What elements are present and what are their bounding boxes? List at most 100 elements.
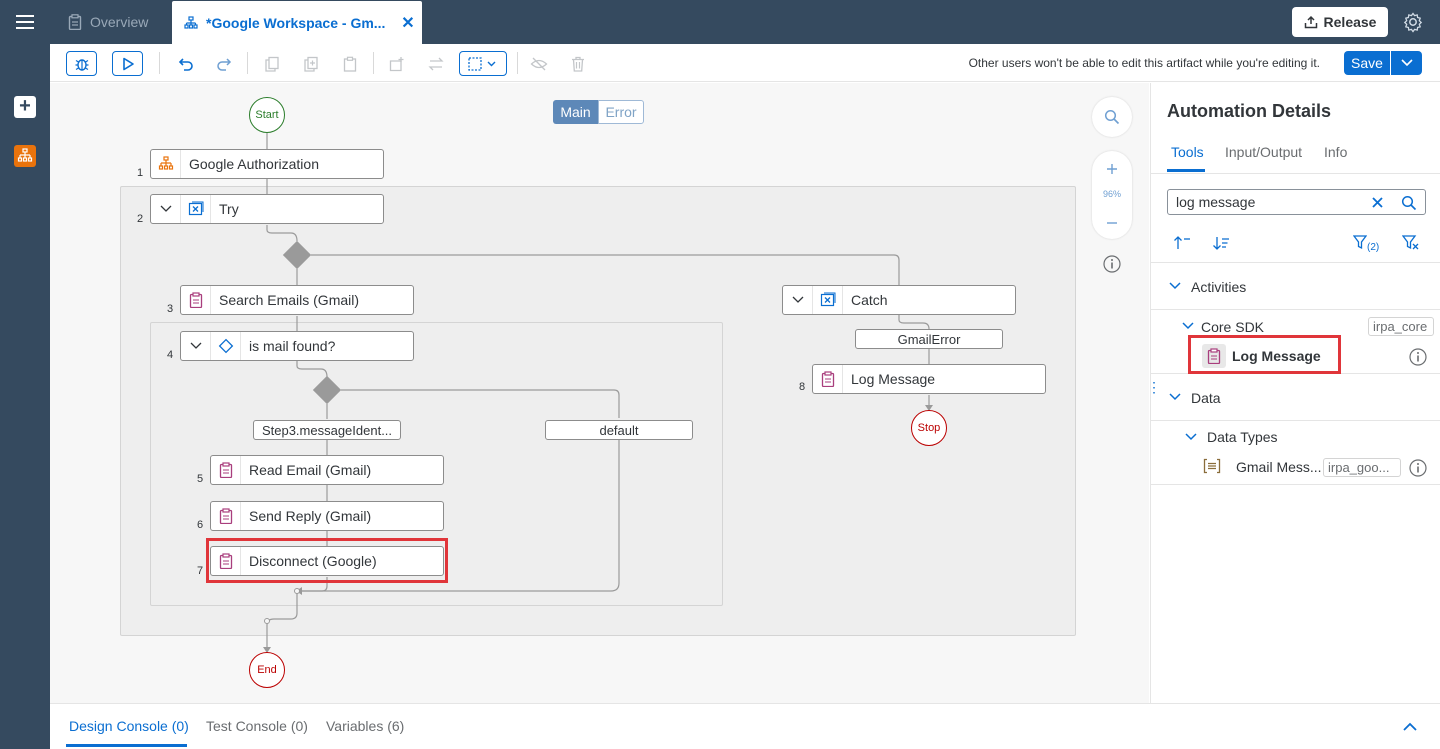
clipboard-activity-icon xyxy=(211,456,241,484)
duplicate-icon xyxy=(304,56,318,72)
copy-button[interactable] xyxy=(260,51,284,76)
chevron-down-icon[interactable] xyxy=(151,195,181,223)
add-icon[interactable]: + xyxy=(14,96,36,118)
gear-icon[interactable] xyxy=(1402,11,1424,33)
condition-label-gmail-error[interactable]: GmailError xyxy=(855,329,1003,349)
step-label: Read Email (Gmail) xyxy=(249,462,372,478)
step-read-email[interactable]: Read Email (Gmail) xyxy=(210,455,444,485)
tab-google-workspace-label: *Google Workspace - Gm... xyxy=(206,14,386,31)
chevron-down-icon[interactable] xyxy=(1185,433,1197,441)
save-button[interactable]: Save xyxy=(1344,51,1390,75)
step-log-message[interactable]: Log Message xyxy=(812,364,1046,394)
step-search-emails[interactable]: Search Emails (Gmail) xyxy=(180,285,414,315)
add-step-button[interactable] xyxy=(385,51,409,76)
paste-button[interactable] xyxy=(338,51,362,76)
zoom-out-icon[interactable] xyxy=(1104,215,1120,231)
bug-icon xyxy=(75,58,88,71)
search-icon xyxy=(1104,109,1120,125)
redo-button[interactable] xyxy=(212,51,236,76)
clipboard-activity-icon xyxy=(181,286,211,314)
delete-button[interactable] xyxy=(566,51,590,76)
zoom-control: 96% xyxy=(1092,151,1132,239)
clipboard-activity-icon xyxy=(813,365,843,393)
step-number: 5 xyxy=(197,473,204,485)
step-try[interactable]: Try xyxy=(150,194,384,224)
end-node[interactable]: End xyxy=(249,652,285,688)
step-send-reply[interactable]: Send Reply (Gmail) xyxy=(210,501,444,531)
condition-label-step3[interactable]: Step3.messageIdent... xyxy=(253,420,401,440)
start-node[interactable]: Start xyxy=(249,97,285,133)
hide-button[interactable] xyxy=(527,51,551,76)
zoom-in-icon[interactable] xyxy=(1104,161,1120,177)
canvas-search-button[interactable] xyxy=(1092,97,1132,137)
redo-icon xyxy=(217,57,232,71)
save-options-button[interactable] xyxy=(1391,51,1422,75)
sort-descending-icon[interactable] xyxy=(1212,235,1230,251)
eye-hidden-icon xyxy=(530,57,548,70)
tab-input-output[interactable]: Input/Output xyxy=(1225,144,1302,160)
selection-mode-button[interactable] xyxy=(459,51,507,76)
release-button[interactable]: Release xyxy=(1292,7,1388,37)
data-types-label: Data Types xyxy=(1207,429,1278,445)
step-label: Search Emails (Gmail) xyxy=(219,292,360,308)
tab-overview[interactable]: Overview xyxy=(62,0,170,44)
chevron-down-icon[interactable] xyxy=(1182,322,1194,330)
data-types-group: Data Types Gmail Mess... irpa_goo... xyxy=(1151,421,1440,485)
data-section-header[interactable]: Data xyxy=(1151,374,1440,421)
undo-icon xyxy=(178,57,193,71)
debug-button[interactable] xyxy=(66,51,97,76)
stop-node[interactable]: Stop xyxy=(911,410,947,446)
undo-button[interactable] xyxy=(174,51,198,76)
automation-nav-icon[interactable] xyxy=(14,145,36,167)
workflow-canvas[interactable]: Main Error Start 1 Google Authorization … xyxy=(50,83,1149,703)
clipboard-icon xyxy=(68,14,82,30)
gmail-message-type[interactable]: Gmail Mess... xyxy=(1236,459,1322,475)
select-box-icon xyxy=(468,56,496,71)
swap-button[interactable] xyxy=(424,51,448,76)
activities-label: Activities xyxy=(1191,279,1247,295)
zoom-level: 96% xyxy=(1102,189,1121,199)
tab-test-console[interactable]: Test Console (0) xyxy=(206,718,308,734)
clear-icon[interactable] xyxy=(1371,196,1384,209)
step-number: 3 xyxy=(167,303,174,315)
clear-filter-icon[interactable] xyxy=(1402,234,1420,250)
step-is-mail-found[interactable]: is mail found? xyxy=(180,331,414,361)
tab-google-workspace[interactable]: *Google Workspace - Gm... ✕ xyxy=(172,1,422,44)
sort-ascending-icon[interactable] xyxy=(1173,235,1191,251)
step-google-authorization[interactable]: Google Authorization xyxy=(150,149,384,179)
try-catch-icon xyxy=(181,195,211,223)
condition-label-default[interactable]: default xyxy=(545,420,693,440)
cut-button[interactable] xyxy=(299,51,323,76)
search-icon[interactable] xyxy=(1401,195,1417,211)
view-tab-error[interactable]: Error xyxy=(598,100,644,124)
view-tab-main[interactable]: Main xyxy=(553,100,598,124)
step-label: Try xyxy=(219,201,239,217)
highlight-box xyxy=(206,538,448,583)
tab-design-console[interactable]: Design Console (0) xyxy=(69,718,189,734)
info-icon[interactable] xyxy=(1408,347,1428,367)
swap-icon xyxy=(428,57,444,70)
data-type-icon xyxy=(1203,458,1221,474)
step-number: 2 xyxy=(137,213,144,225)
step-label: Catch xyxy=(851,292,888,308)
step-catch[interactable]: Catch xyxy=(782,285,1016,315)
close-icon[interactable]: ✕ xyxy=(394,13,422,33)
info-icon[interactable] xyxy=(1408,458,1428,478)
tab-tools[interactable]: Tools xyxy=(1171,144,1204,160)
core-sdk-label: Core SDK xyxy=(1201,319,1265,335)
run-button[interactable] xyxy=(112,51,143,76)
info-icon[interactable] xyxy=(1102,254,1122,274)
menu-icon[interactable] xyxy=(14,12,36,32)
search-input[interactable] xyxy=(1176,194,1356,210)
tool-search-field[interactable] xyxy=(1167,189,1426,215)
tab-variables[interactable]: Variables (6) xyxy=(326,718,404,734)
chevron-down-icon[interactable] xyxy=(783,286,813,314)
console-bar: Design Console (0) Test Console (0) Vari… xyxy=(50,703,1440,749)
filter-icon[interactable] xyxy=(1353,234,1367,250)
chevron-down-icon xyxy=(1169,282,1181,290)
condition-icon xyxy=(211,332,241,360)
activities-section-header[interactable]: Activities xyxy=(1151,263,1440,310)
tab-info[interactable]: Info xyxy=(1324,144,1347,160)
chevron-down-icon[interactable] xyxy=(181,332,211,360)
chevron-up-icon[interactable] xyxy=(1402,722,1418,732)
